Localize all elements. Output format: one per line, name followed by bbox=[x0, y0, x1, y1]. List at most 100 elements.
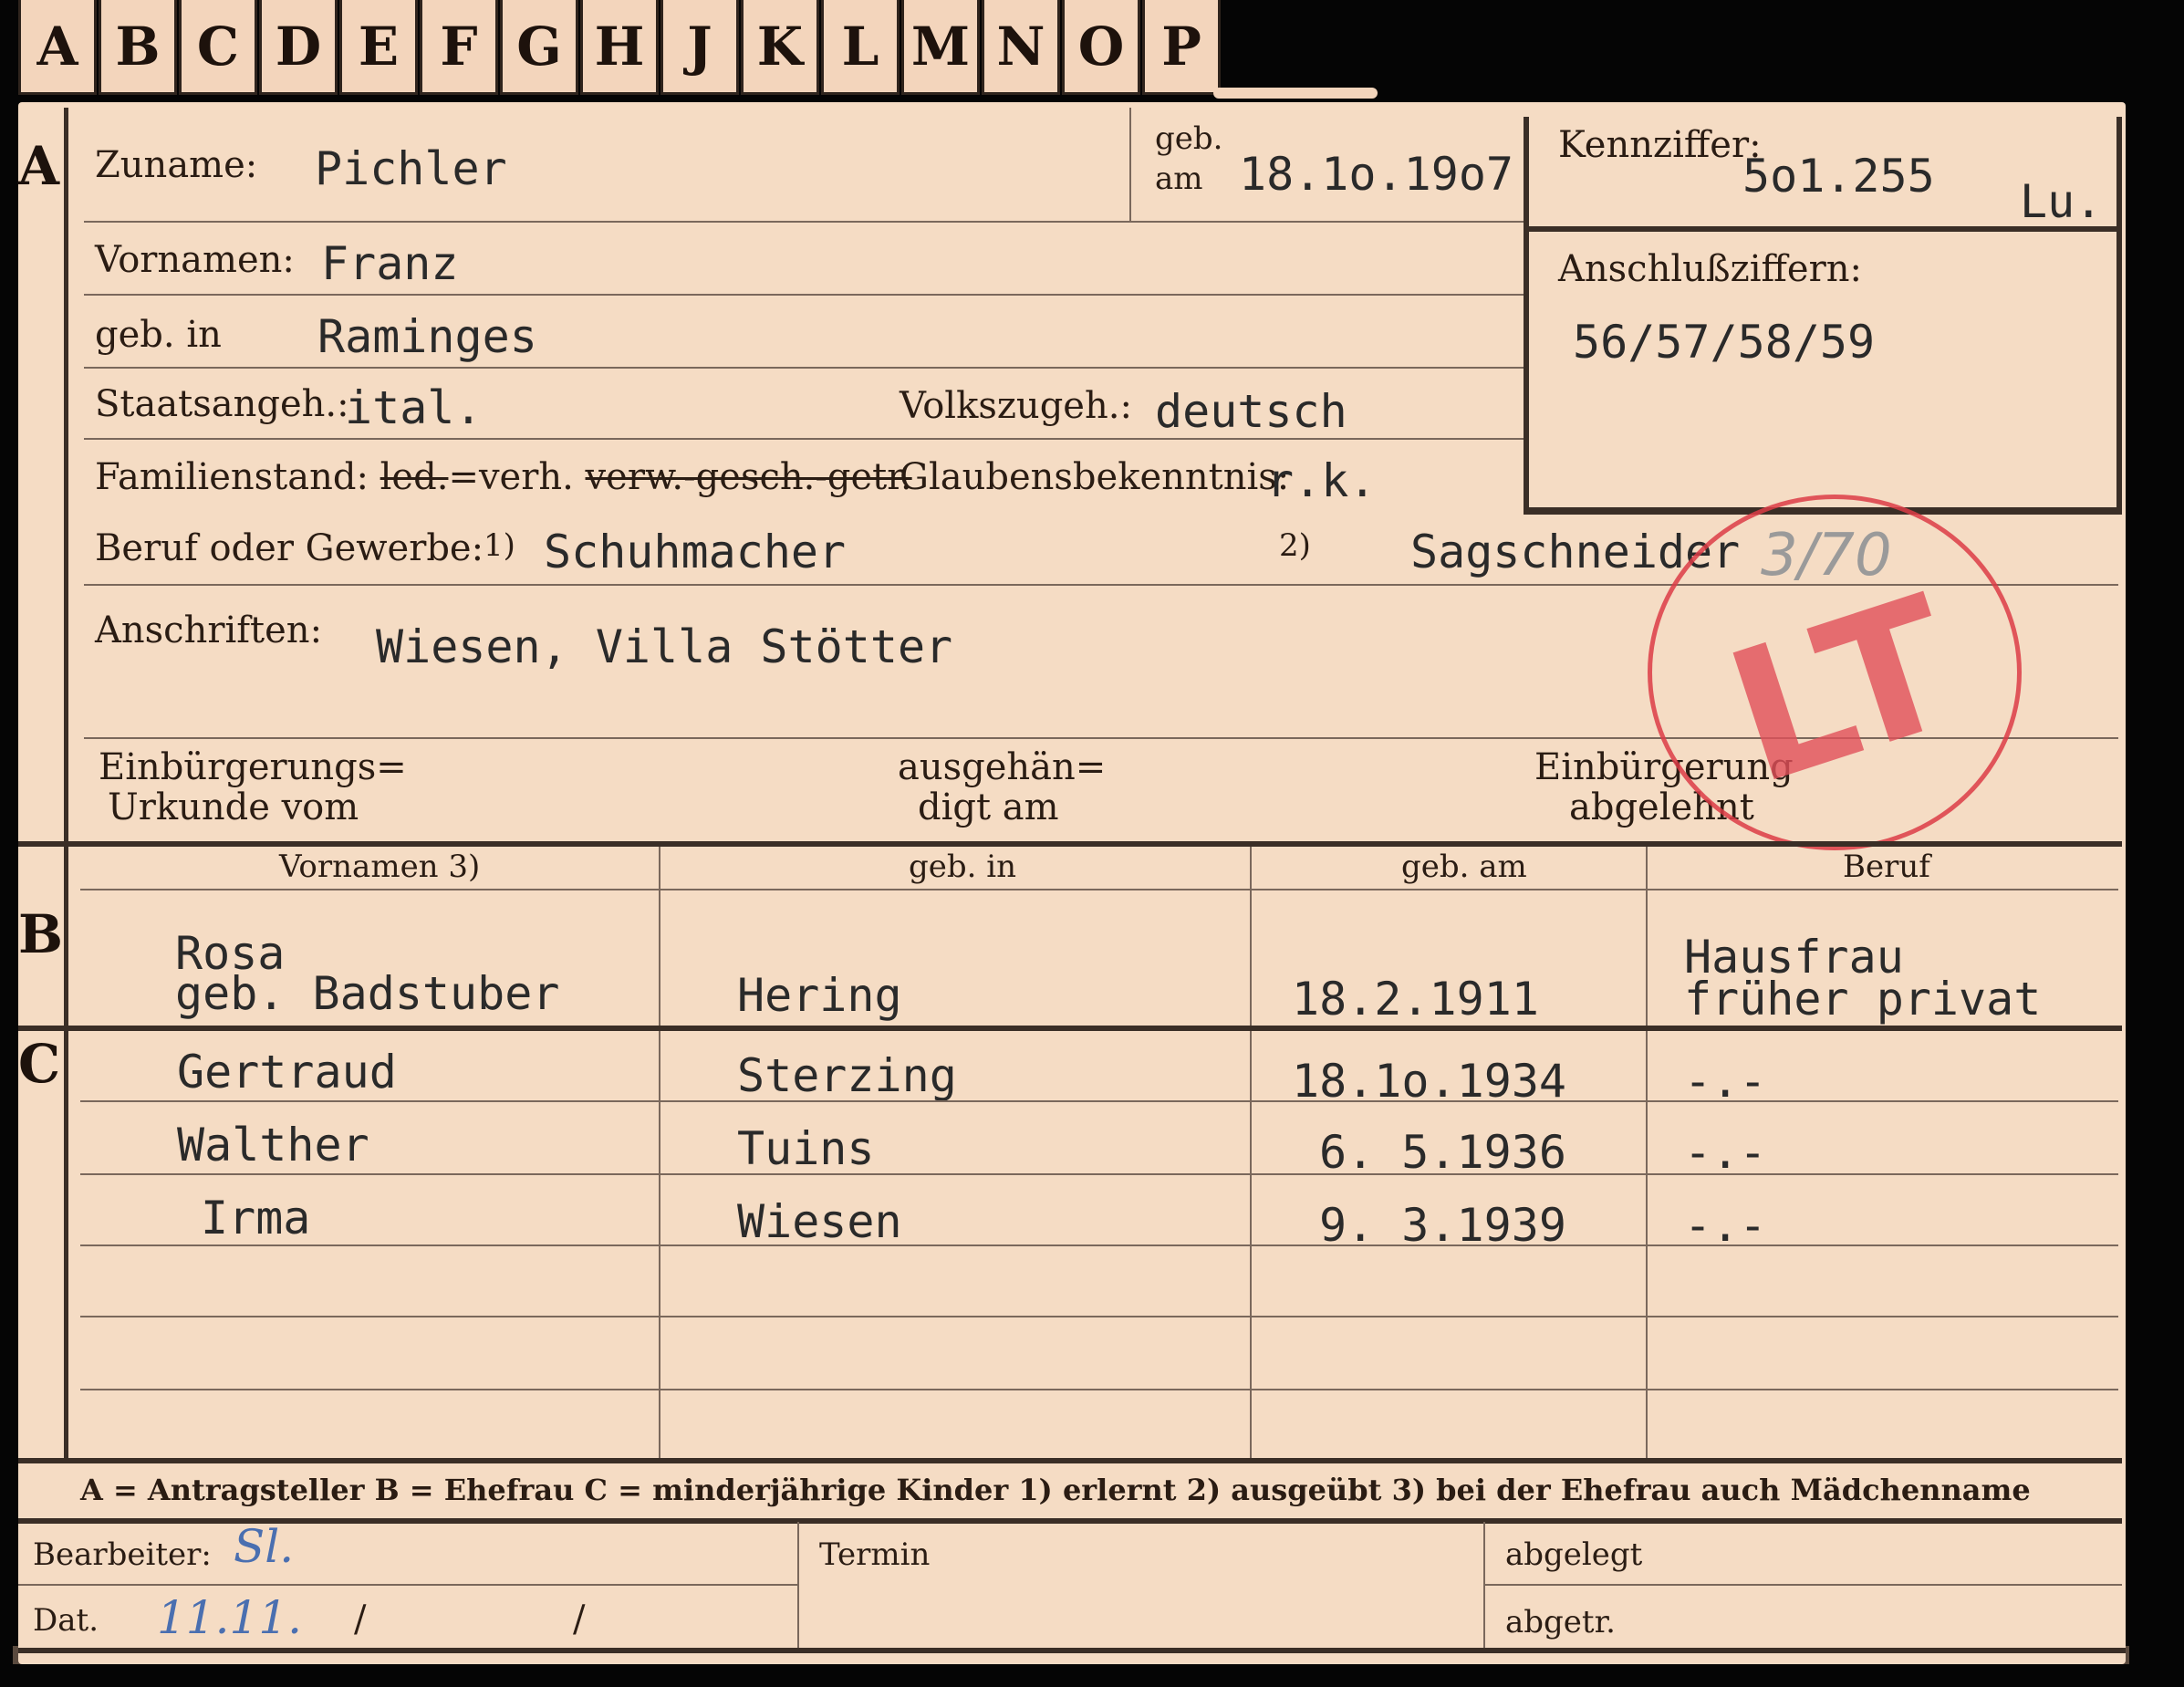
dat-value: 11.11. bbox=[157, 1591, 303, 1644]
section-a-marker: A bbox=[18, 135, 60, 197]
row-rule bbox=[80, 1316, 2118, 1317]
vornamen-label: Vornamen: bbox=[95, 239, 295, 281]
tab-strip bbox=[1213, 88, 1378, 99]
child-place: Wiesen bbox=[737, 1195, 902, 1248]
anschriften-label: Anschriften: bbox=[95, 609, 323, 651]
geb-am-value: 18.1o.19o7 bbox=[1239, 148, 1514, 201]
child-place: Sterzing bbox=[737, 1049, 957, 1102]
staatsangeh-label: Staatsangeh.: bbox=[95, 383, 349, 425]
card-bottom-rule bbox=[18, 1648, 2126, 1653]
vornamen-value: Franz bbox=[321, 237, 459, 290]
kennziffer-label: Kennziffer: bbox=[1558, 124, 1762, 166]
wife-job-2: früher privat bbox=[1684, 973, 2042, 1026]
familienstand-led: led. bbox=[380, 456, 449, 498]
beruf-note-2: 2) bbox=[1279, 527, 1311, 564]
child-name: Gertraud bbox=[177, 1046, 397, 1099]
index-tab-a[interactable]: A bbox=[18, 0, 97, 95]
abgelegt-label: abgelegt bbox=[1505, 1536, 1643, 1573]
row-rule bbox=[80, 1389, 2118, 1390]
einbuergerungs-urkunde-label-1: Einbürgerungs= bbox=[99, 746, 407, 788]
child-name: Walther bbox=[177, 1119, 369, 1172]
anschriften-value: Wiesen, Villa Stötter bbox=[376, 620, 953, 673]
index-tab-f[interactable]: F bbox=[420, 0, 498, 95]
rule bbox=[84, 294, 1524, 296]
volkszugeh-value: deutsch bbox=[1155, 385, 1347, 438]
glauben-label: Glaubensbekenntnis: bbox=[900, 456, 1290, 498]
einbuergerungs-urkunde-label-2: Urkunde vom bbox=[108, 786, 359, 828]
staatsangeh-value: ital. bbox=[345, 381, 483, 434]
child-place: Tuins bbox=[737, 1122, 875, 1175]
col-divider bbox=[659, 847, 660, 1458]
dat-slash-1: / bbox=[354, 1598, 367, 1640]
section-b-top-rule bbox=[18, 841, 2122, 847]
index-tab-n[interactable]: N bbox=[982, 0, 1060, 95]
zuname-value: Pichler bbox=[315, 142, 507, 195]
rule bbox=[84, 438, 1524, 440]
wife-name-2: geb. Badstuber bbox=[175, 967, 560, 1020]
familienstand-struck: verw.-gesch.-getr. bbox=[585, 456, 912, 498]
index-tab-l[interactable]: L bbox=[821, 0, 900, 95]
header-geb-am: geb. am bbox=[1401, 849, 1527, 885]
row-rule bbox=[80, 1100, 2118, 1102]
abgetr-label: abgetr. bbox=[1505, 1604, 1616, 1640]
section-c-top-rule bbox=[18, 1026, 2122, 1031]
termin-label: Termin bbox=[819, 1536, 931, 1573]
geb-label-2: am bbox=[1155, 161, 1203, 197]
footer-rule bbox=[18, 1584, 797, 1586]
divider bbox=[1129, 108, 1131, 221]
index-tab-k[interactable]: K bbox=[741, 0, 819, 95]
wife-place: Hering bbox=[737, 969, 902, 1022]
index-tab-m[interactable]: M bbox=[901, 0, 980, 95]
legend-bottom-rule bbox=[18, 1518, 2122, 1524]
ausgehaendigt-label-1: ausgehän= bbox=[898, 746, 1107, 788]
index-tab-p[interactable]: P bbox=[1142, 0, 1221, 95]
familienstand-verh: verh. bbox=[478, 456, 574, 498]
geb-in-label: geb. in bbox=[95, 314, 222, 356]
index-tab-b[interactable]: B bbox=[99, 0, 177, 95]
beruf-label: Beruf oder Gewerbe: bbox=[95, 527, 484, 569]
row-rule bbox=[80, 1244, 2118, 1246]
col-divider bbox=[1646, 847, 1648, 1458]
index-tab-h[interactable]: H bbox=[580, 0, 659, 95]
zuname-label: Zuname: bbox=[95, 144, 258, 186]
header-beruf: Beruf bbox=[1843, 849, 1930, 885]
beruf1-value: Schuhmacher bbox=[544, 526, 847, 578]
section-c-marker: C bbox=[18, 1033, 61, 1095]
header-vornamen: Vornamen 3) bbox=[279, 849, 481, 885]
header-geb-in: geb. in bbox=[909, 849, 1017, 885]
header-rule bbox=[80, 889, 2118, 890]
beruf-note-1: 1) bbox=[484, 527, 515, 564]
ausgehaendigt-label-2: digt am bbox=[918, 786, 1059, 828]
index-tabs: A B C D E F G H J K L M N O P bbox=[18, 0, 1222, 99]
anschluss-label: Anschlußziffern: bbox=[1558, 248, 1862, 290]
footer-divider bbox=[797, 1522, 799, 1650]
kennziffer-value: 5o1.255 bbox=[1742, 150, 1935, 203]
index-tab-d[interactable]: D bbox=[259, 0, 338, 95]
child-name: Irma bbox=[201, 1192, 311, 1244]
col-divider bbox=[1250, 847, 1252, 1458]
index-tab-e[interactable]: E bbox=[339, 0, 418, 95]
familienstand-sep: = bbox=[448, 456, 479, 498]
legend: A = Antragsteller B = Ehefrau C = minder… bbox=[80, 1473, 2031, 1507]
index-tab-j[interactable]: J bbox=[660, 0, 739, 95]
child-job: -.- bbox=[1684, 1126, 1767, 1179]
wife-date: 18.2.1911 bbox=[1292, 973, 1539, 1026]
rule bbox=[84, 221, 1524, 223]
dat-label: Dat. bbox=[33, 1602, 99, 1639]
familienstand-label: Familienstand: led.=verh. verw.-gesch.-g… bbox=[95, 456, 912, 498]
footer-rule bbox=[1483, 1584, 2122, 1586]
anschluss-value: 56/57/58/59 bbox=[1573, 316, 1876, 369]
bearbeiter-label: Bearbeiter: bbox=[33, 1536, 212, 1573]
rule bbox=[84, 367, 1524, 369]
index-tab-o[interactable]: O bbox=[1062, 0, 1140, 95]
row-rule bbox=[80, 1173, 2118, 1175]
index-tab-g[interactable]: G bbox=[500, 0, 578, 95]
kennziffer-suffix: Lu. bbox=[2020, 175, 2103, 228]
child-date: 6. 5.1936 bbox=[1319, 1126, 1566, 1179]
left-rule bbox=[64, 108, 68, 1458]
geb-in-value: Raminges bbox=[317, 310, 537, 363]
index-tab-c[interactable]: C bbox=[179, 0, 257, 95]
glauben-value: r.k. bbox=[1266, 454, 1377, 507]
familienstand-caption: Familienstand: bbox=[95, 456, 369, 498]
footer-divider bbox=[1483, 1522, 1485, 1650]
